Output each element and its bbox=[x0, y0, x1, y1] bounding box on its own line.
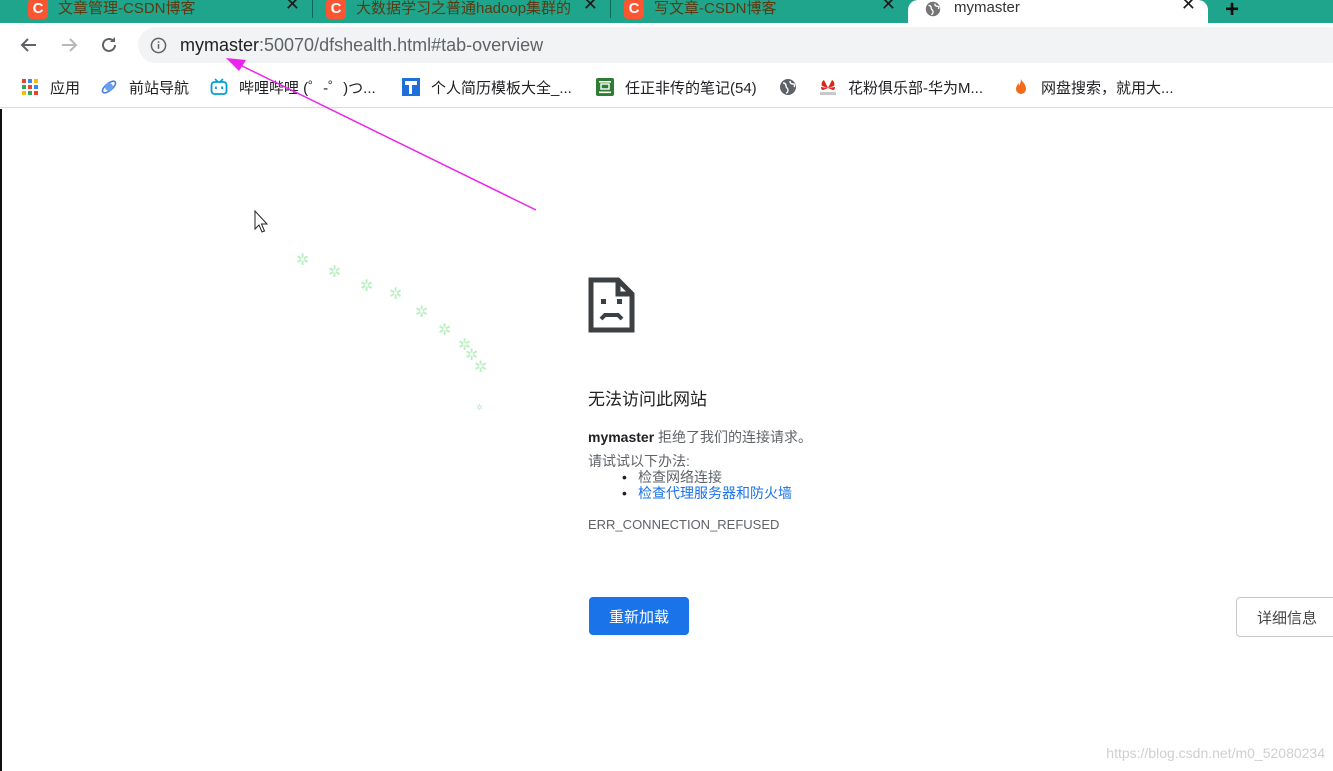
bookmark-label: 哔哩哔哩 (゜-゜)つ... bbox=[239, 79, 376, 97]
error-description: mymaster 拒绝了我们的连接请求。 bbox=[588, 427, 812, 447]
bookmarks-bar: 应用 前站导航 哔哩哔哩 (゜-゜)つ... 个人简历模板大全_... 任正非传… bbox=[0, 68, 1333, 108]
douban-icon bbox=[596, 78, 614, 96]
bookmark-site-nav[interactable]: 前站导航 bbox=[100, 76, 189, 98]
bookmark-huawei-club[interactable]: 花粉俱乐部-华为M... bbox=[819, 76, 983, 98]
reload-browser-button[interactable] bbox=[97, 33, 121, 57]
suggestions-list: 检查网络连接 检查代理服务器和防火墙 bbox=[622, 469, 792, 501]
url-text: mymaster:50070/dfshealth.html#tab-overvi… bbox=[180, 35, 543, 56]
tab-title: 文章管理-CSDN博客 bbox=[58, 0, 196, 17]
error-host: mymaster bbox=[588, 429, 655, 445]
forward-button[interactable] bbox=[57, 33, 81, 57]
error-title: 无法访问此网站 bbox=[588, 390, 707, 409]
url-path: :50070/dfshealth.html#tab-overview bbox=[259, 35, 544, 55]
close-icon[interactable]: ✕ bbox=[1181, 0, 1196, 15]
forward-arrow-icon bbox=[62, 38, 78, 52]
bookmark-label: 花粉俱乐部-华为M... bbox=[848, 79, 983, 97]
globe-icon bbox=[780, 79, 796, 95]
info-icon[interactable] bbox=[150, 37, 167, 54]
details-button[interactable]: 详细信息 bbox=[1236, 597, 1333, 637]
back-button[interactable] bbox=[17, 33, 41, 57]
tab-title: 写文章-CSDN博客 bbox=[654, 0, 777, 17]
huawei-icon bbox=[820, 80, 836, 95]
apps-grid-icon bbox=[22, 79, 38, 95]
tab-title: mymaster bbox=[954, 0, 1020, 16]
bookmark-globe[interactable] bbox=[779, 76, 808, 98]
error-code: ERR_CONNECTION_REFUSED bbox=[588, 517, 780, 532]
tab-write-article[interactable]: C 写文章-CSDN博客 ✕ bbox=[624, 0, 908, 23]
tab-separator bbox=[312, 0, 313, 18]
resume-icon bbox=[402, 78, 420, 96]
csdn-favicon-icon: C bbox=[28, 0, 48, 19]
bookmark-resume[interactable]: 个人简历模板大全_... bbox=[402, 76, 572, 98]
new-tab-plus-icon[interactable]: + bbox=[1225, 0, 1239, 24]
browser-toolbar: mymaster:50070/dfshealth.html#tab-overvi… bbox=[0, 23, 1333, 68]
suggestion-check-proxy-link[interactable]: 检查代理服务器和防火墙 bbox=[622, 485, 792, 501]
close-icon[interactable]: ✕ bbox=[583, 0, 598, 15]
bookmark-label: 任正非传的笔记(54) bbox=[625, 79, 757, 97]
csdn-favicon-icon: C bbox=[624, 0, 644, 19]
globe-icon bbox=[925, 1, 941, 16]
url-host: mymaster bbox=[180, 35, 260, 55]
tab-strip: C 文章管理-CSDN博客 ✕ C 大数据学习之普通hadoop集群的 ✕ C … bbox=[0, 0, 1333, 23]
bookmark-pan-search[interactable]: 网盘搜索，就用大... bbox=[1012, 76, 1174, 98]
reload-icon bbox=[102, 37, 116, 52]
csdn-favicon-icon: C bbox=[326, 0, 346, 19]
bookmark-douban-notes[interactable]: 任正非传的笔记(54) bbox=[596, 76, 757, 98]
suggestions-label: 请试试以下办法: bbox=[588, 453, 690, 469]
bookmark-label: 应用 bbox=[50, 79, 81, 97]
tab-hadoop-article[interactable]: C 大数据学习之普通hadoop集群的 ✕ bbox=[326, 0, 610, 23]
close-icon[interactable]: ✕ bbox=[285, 0, 300, 15]
close-icon[interactable]: ✕ bbox=[881, 0, 896, 15]
bookmark-apps[interactable]: 应用 bbox=[21, 76, 80, 98]
suggestions-block: 请试试以下办法: 检查网络连接 检查代理服务器和防火墙 bbox=[588, 453, 792, 501]
tab-separator bbox=[610, 0, 611, 18]
watermark-text: https://blog.csdn.net/m0_52080234 bbox=[1106, 745, 1325, 761]
bookmark-label: 个人简历模板大全_... bbox=[431, 79, 572, 97]
address-bar[interactable]: mymaster:50070/dfshealth.html#tab-overvi… bbox=[138, 27, 1333, 63]
suggestion-check-network: 检查网络连接 bbox=[622, 469, 792, 485]
bookmark-bilibili[interactable]: 哔哩哔哩 (゜-゜)つ... bbox=[210, 76, 376, 98]
error-message: 拒绝了我们的连接请求。 bbox=[654, 429, 813, 445]
planet-icon bbox=[101, 80, 117, 94]
error-page: 无法访问此网站 mymaster 拒绝了我们的连接请求。 请试试以下办法: 检查… bbox=[0, 109, 1333, 771]
sad-page-icon bbox=[588, 277, 635, 333]
back-arrow-icon bbox=[20, 38, 36, 52]
tab-article-manage[interactable]: C 文章管理-CSDN博客 ✕ bbox=[28, 0, 312, 23]
bookmark-label: 前站导航 bbox=[129, 79, 190, 97]
bookmark-label: 网盘搜索，就用大... bbox=[1041, 79, 1174, 97]
bilibili-icon bbox=[210, 78, 228, 95]
reload-button[interactable]: 重新加载 bbox=[589, 597, 689, 635]
flame-icon bbox=[1016, 79, 1026, 94]
tab-mymaster[interactable]: mymaster ✕ bbox=[908, 0, 1208, 23]
tab-title: 大数据学习之普通hadoop集群的 bbox=[356, 0, 572, 17]
